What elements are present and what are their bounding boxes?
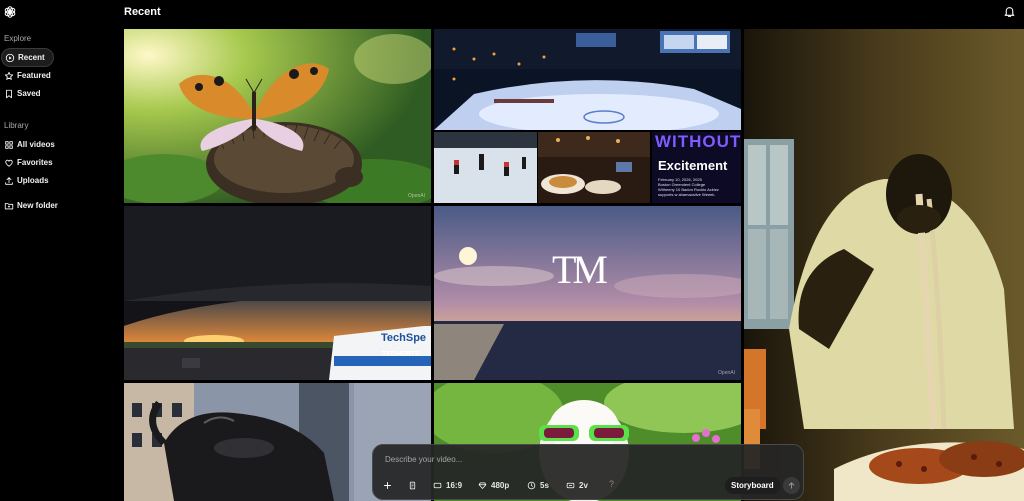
hockey-arena-thumbnail	[434, 29, 741, 130]
video-tile-poster[interactable]: WITHOUT Excitement February 10, 2026, 20…	[652, 132, 741, 203]
eating-noodles-thumbnail	[744, 29, 1024, 501]
sidebar: Explore Recent Featured Saved Library Al…	[0, 0, 118, 501]
storyboard-button[interactable]: Storyboard	[725, 477, 780, 494]
hockey-players-thumbnail	[434, 132, 537, 203]
food-thumbnail	[538, 132, 650, 203]
video-tile-hockey-arena[interactable]	[434, 29, 741, 130]
van-text: TechSpe	[381, 332, 427, 344]
sidebar-item-new-folder[interactable]: New folder	[1, 196, 66, 215]
video-tile-food[interactable]	[538, 132, 650, 203]
video-tile-eating-noodles[interactable]	[744, 29, 1024, 501]
sidebar-item-recent[interactable]: Recent	[1, 48, 54, 67]
sidebar-item-saved[interactable]: Saved	[1, 84, 49, 103]
diamond-icon	[478, 482, 487, 489]
bookmark-icon	[6, 89, 12, 98]
clock-icon	[527, 481, 536, 490]
document-icon	[409, 481, 416, 490]
heart-icon	[5, 159, 13, 167]
video-tile-hockey-players[interactable]	[434, 132, 537, 203]
sidebar-item-all-videos[interactable]: All videos	[1, 135, 63, 154]
watermark: OpenAI	[408, 193, 425, 199]
sidebar-item-featured[interactable]: Featured	[1, 66, 59, 85]
ocean-logo-thumbnail	[434, 206, 741, 380]
library-section-label: Library	[4, 121, 29, 130]
variations-icon	[566, 482, 575, 489]
sidebar-item-favorites[interactable]: Favorites	[1, 153, 61, 172]
submit-button[interactable]	[783, 477, 800, 494]
watermark: OpenAI	[718, 370, 735, 376]
bell-icon[interactable]	[1003, 5, 1016, 18]
poster-title: Excitement	[658, 158, 728, 173]
poster-caption: February 10, 2026, 2025 Boston Greendent…	[658, 177, 738, 197]
prompt-bar: 16:9 480p 5s 2v ? Storyboard	[372, 444, 804, 500]
sidebar-item-label: Featured	[17, 71, 51, 80]
folder-plus-icon	[4, 202, 14, 209]
play-circle-icon	[5, 53, 15, 62]
sidebar-item-uploads[interactable]: Uploads	[1, 171, 57, 190]
sidebar-item-label: Saved	[17, 89, 41, 98]
tm-logo-text: TM	[552, 247, 608, 292]
poster-headline: WITHOUT	[655, 132, 741, 151]
variations-value: 2v	[579, 481, 588, 490]
prompt-input[interactable]	[385, 455, 685, 464]
resolution-value: 480p	[491, 481, 510, 490]
variations-button[interactable]: 2v	[566, 478, 588, 493]
sidebar-item-label: New folder	[17, 201, 58, 210]
openai-logo-icon[interactable]	[3, 5, 17, 19]
plus-icon	[384, 482, 391, 489]
aspect-ratio-icon	[433, 482, 442, 489]
add-media-button[interactable]	[383, 478, 396, 493]
upload-icon	[5, 176, 13, 185]
van-text-secondary: TECHERTS	[382, 351, 420, 358]
page-title: Recent	[124, 6, 161, 18]
butterfly-hedgehog-thumbnail	[124, 29, 431, 203]
aspect-ratio-button[interactable]: 16:9	[433, 478, 462, 493]
explore-section-label: Explore	[4, 34, 32, 43]
video-tile-butterfly-hedgehog[interactable]: OpenAI	[124, 29, 431, 203]
sidebar-item-label: All videos	[17, 140, 55, 149]
video-tile-car-sunset[interactable]: TechSpe TECHERTS	[124, 206, 431, 380]
grid-icon	[5, 140, 13, 149]
poster-caption-line: supports w ahamaosilve Weeek.	[658, 192, 716, 197]
arrow-up-icon	[788, 482, 795, 489]
resolution-button[interactable]: 480p	[478, 478, 509, 493]
preset-button[interactable]	[408, 478, 421, 493]
aspect-ratio-value: 16:9	[446, 481, 463, 490]
duration-button[interactable]: 5s	[527, 478, 549, 493]
sidebar-item-label: Uploads	[17, 176, 49, 185]
sidebar-item-label: Favorites	[17, 158, 53, 167]
sidebar-item-label: Recent	[18, 53, 45, 62]
video-tile-ocean-logo[interactable]: TM OpenAI	[434, 206, 741, 380]
help-icon[interactable]: ?	[609, 479, 614, 489]
star-icon	[4, 71, 14, 80]
duration-value: 5s	[540, 481, 549, 490]
